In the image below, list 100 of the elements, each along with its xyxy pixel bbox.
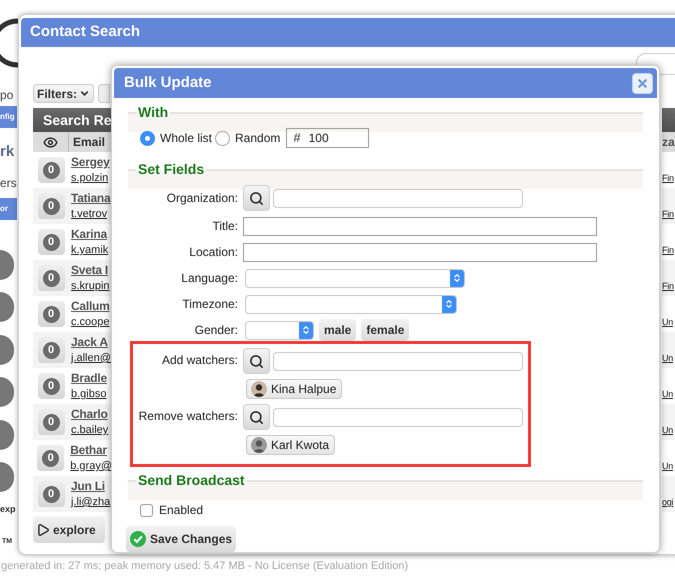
field-label: Language: xyxy=(180,270,239,287)
count-button[interactable]: 0 xyxy=(37,445,64,471)
contact-name-link[interactable]: Callum xyxy=(71,299,110,313)
field-label: Gender: xyxy=(194,322,239,339)
save-changes-button[interactable]: Save Changes xyxy=(126,526,236,552)
table-link[interactable]: Fin xyxy=(662,244,674,257)
count-button[interactable]: 0 xyxy=(38,337,64,363)
search-icon xyxy=(249,190,264,206)
contact-name-link[interactable]: Bethar xyxy=(70,443,112,457)
chevrons-icon xyxy=(452,273,462,283)
count-value: 100 xyxy=(308,130,329,147)
count-button[interactable]: 0 xyxy=(38,373,64,399)
check-circle-icon xyxy=(130,531,146,547)
input-field[interactable] xyxy=(273,188,523,208)
field-label: Add watchers: xyxy=(160,352,239,369)
results-header: Search Re xyxy=(33,108,112,132)
search-button[interactable] xyxy=(243,348,270,374)
field-label: Timezone: xyxy=(181,296,239,313)
person-chip[interactable]: Karl Kwota xyxy=(246,435,336,455)
email-link[interactable]: c.coope xyxy=(71,316,110,329)
page-text: ers xyxy=(0,176,17,190)
gender-button[interactable]: female xyxy=(361,319,410,341)
table-link[interactable]: Un xyxy=(662,388,673,401)
count-button[interactable]: 0 xyxy=(38,157,64,183)
toolbar-button[interactable] xyxy=(98,84,110,103)
email-link[interactable]: s.krupin xyxy=(71,280,110,293)
email-link[interactable]: b.gibso xyxy=(71,388,107,401)
count-button[interactable]: 0 xyxy=(38,301,64,327)
chevrons-icon xyxy=(301,325,311,335)
gender-button[interactable]: male xyxy=(319,319,356,341)
email-link[interactable]: k.yamik xyxy=(71,244,108,257)
search-icon xyxy=(249,410,264,424)
select-field[interactable] xyxy=(245,294,457,314)
page-button[interactable]: exp xyxy=(0,502,16,516)
column-title: Email xyxy=(72,134,106,151)
input-field[interactable] xyxy=(243,242,597,262)
nav-bar[interactable]: or xyxy=(0,198,17,220)
avatar-icon xyxy=(251,381,267,397)
email-link[interactable]: c.bailey xyxy=(71,424,108,437)
section-heading: Set Fields xyxy=(137,161,206,178)
filters-button[interactable]: Filters: xyxy=(33,84,94,103)
contact-name-link[interactable]: Charlo xyxy=(71,407,108,421)
window-title: Contact Search xyxy=(30,22,140,42)
table-link[interactable]: Un xyxy=(662,316,673,329)
page-heading: rk xyxy=(0,142,14,162)
radio-label: Whole list xyxy=(160,130,212,147)
chevrons-icon xyxy=(444,299,454,309)
explore-button[interactable]: explore xyxy=(33,516,105,543)
email-link[interactable]: t.vetrov xyxy=(71,208,110,221)
play-icon xyxy=(36,522,50,536)
checkbox-label: Enabled xyxy=(159,502,204,519)
footer-text: generated in: 27 ms; peak memory used: 5.47 MB - No License (Evaluation Edition) xyxy=(1,559,408,574)
contact-name-link[interactable]: Tatiana xyxy=(71,191,110,205)
close-button[interactable] xyxy=(632,72,653,94)
radio-button[interactable] xyxy=(215,130,230,146)
field-label: Remove watchers: xyxy=(138,408,239,425)
count-button[interactable]: 0 xyxy=(38,229,64,255)
search-button[interactable] xyxy=(243,404,270,430)
contact-name-link[interactable]: Karina xyxy=(71,227,108,241)
field-label: Organization: xyxy=(166,190,239,207)
nav-bar[interactable]: nfig xyxy=(0,106,17,128)
email-link[interactable]: j.allen@ xyxy=(71,352,111,365)
checkbox[interactable] xyxy=(140,504,153,516)
contact-name-link[interactable]: Sveta I xyxy=(71,263,110,277)
search-button[interactable] xyxy=(243,185,270,211)
contact-name-link[interactable]: Sergey xyxy=(71,155,110,169)
input-field[interactable] xyxy=(243,216,597,236)
person-chip[interactable]: Kina Halpue xyxy=(246,379,342,399)
close-icon xyxy=(636,76,649,90)
count-field[interactable]: # 100 xyxy=(286,128,370,148)
avatar-icon xyxy=(251,437,267,453)
count-button[interactable]: 0 xyxy=(38,265,64,291)
page-text: po xyxy=(0,88,14,102)
column-title: za xyxy=(662,134,675,151)
section-heading: Send Broadcast xyxy=(137,472,246,489)
radio-button[interactable] xyxy=(140,130,155,146)
contact-name-link[interactable]: Bradle xyxy=(71,371,107,385)
email-link[interactable]: j.li@zha xyxy=(71,496,110,509)
search-icon xyxy=(249,354,264,368)
input-field[interactable] xyxy=(273,408,523,426)
count-button[interactable]: 0 xyxy=(38,409,64,435)
dialog-title: Bulk Update xyxy=(124,72,212,93)
field-label: Title: xyxy=(211,218,239,235)
email-link[interactable]: b.gray@ xyxy=(70,460,112,473)
hash-sign: # xyxy=(293,129,301,148)
contact-name-link[interactable]: Jun Li xyxy=(71,479,110,493)
section-heading: With xyxy=(137,104,170,121)
count-button[interactable]: 0 xyxy=(38,193,64,219)
count-button[interactable]: 0 xyxy=(38,481,64,507)
contact-name-link[interactable]: Jack A xyxy=(71,335,111,349)
table-link[interactable]: Fin xyxy=(662,172,674,185)
radio-label: Random xyxy=(235,130,280,147)
email-link[interactable]: s.polzin xyxy=(71,172,110,185)
field-label: Location: xyxy=(188,244,239,261)
input-field[interactable] xyxy=(273,352,523,370)
select-field[interactable] xyxy=(245,320,314,340)
eye-icon xyxy=(43,134,58,150)
select-field[interactable] xyxy=(245,268,465,288)
table-link[interactable]: Un xyxy=(662,460,673,473)
logo-icon xyxy=(0,18,18,68)
